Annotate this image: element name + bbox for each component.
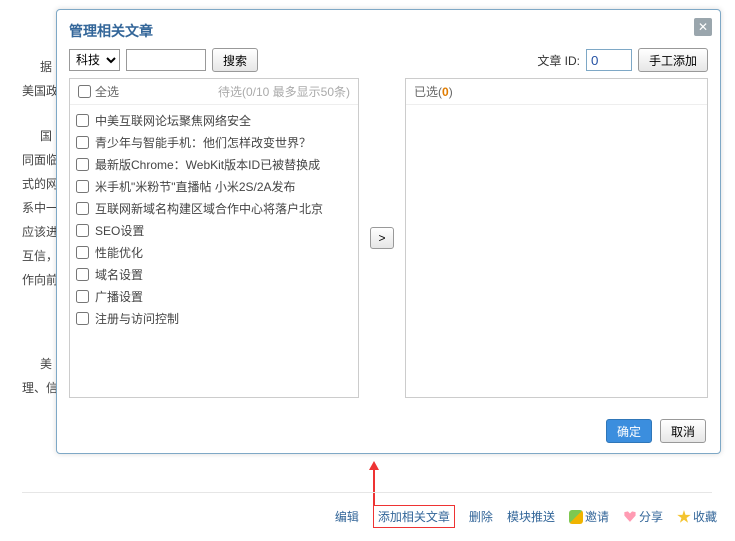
list-item[interactable]: 中美互联网论坛聚焦网络安全 <box>76 109 352 131</box>
favorite-link[interactable]: 收藏 <box>677 508 717 525</box>
item-label: SEO设置 <box>95 222 144 239</box>
list-item[interactable]: 域名设置 <box>76 263 352 285</box>
separator <box>22 492 712 493</box>
item-checkbox[interactable] <box>76 312 89 325</box>
item-label: 最新版Chrome：WebKit版本ID已被替换成 <box>95 156 320 173</box>
bg-text: 国 <box>40 124 52 148</box>
transfer-column: > <box>367 78 397 398</box>
item-label: 米手机"米粉节"直播帖 小米2S/2A发布 <box>95 178 296 195</box>
candidates-panel: 全选 待选(0/10 最多显示50条) 中美互联网论坛聚焦网络安全青少年与智能手… <box>69 78 359 398</box>
manual-add-button[interactable]: 手工添加 <box>638 48 708 72</box>
article-action-bar: 编辑 添加相关文章 删除 模块推送 邀请 分享 收藏 <box>0 505 735 528</box>
dialog-title: 管理相关文章 <box>69 23 153 39</box>
close-icon[interactable]: ✕ <box>694 18 712 36</box>
article-id-input[interactable] <box>586 49 632 71</box>
edit-link[interactable]: 编辑 <box>335 508 359 525</box>
list-item[interactable]: 广播设置 <box>76 285 352 307</box>
bg-text: 系中一 <box>22 196 58 220</box>
bg-text: 美 <box>40 352 52 376</box>
delete-link[interactable]: 删除 <box>469 508 493 525</box>
selected-header: 已选(0) <box>406 79 707 105</box>
item-label: 互联网新域名构建区域合作中心将落户北京 <box>95 200 323 217</box>
annotation-arrow-icon <box>373 463 375 505</box>
dialog-footer: 确定 取消 <box>606 419 706 443</box>
share-link[interactable]: 分享 <box>623 508 663 525</box>
add-related-link[interactable]: 添加相关文章 <box>373 505 455 528</box>
search-button[interactable]: 搜索 <box>212 48 258 72</box>
dialog-toolbar: 科技 搜索 文章 ID: 手工添加 <box>57 42 720 78</box>
candidates-list[interactable]: 中美互联网论坛聚焦网络安全青少年与智能手机：他们怎样改变世界？ 最新版Chrome… <box>70 105 358 397</box>
select-all-checkbox[interactable] <box>78 85 91 98</box>
item-label: 广播设置 <box>95 288 143 305</box>
item-checkbox[interactable] <box>76 224 89 237</box>
item-label: 注册与访问控制 <box>95 310 179 327</box>
list-item[interactable]: SEO设置 <box>76 219 352 241</box>
invite-link[interactable]: 邀请 <box>569 508 609 525</box>
selected-suffix: ) <box>449 79 453 105</box>
search-input[interactable] <box>126 49 206 71</box>
select-all-label: 全选 <box>95 79 119 105</box>
ok-button[interactable]: 确定 <box>606 419 652 443</box>
star-icon <box>677 510 691 524</box>
item-label: 性能优化 <box>95 244 143 261</box>
cancel-button[interactable]: 取消 <box>660 419 706 443</box>
bg-text: 作向前 <box>22 268 58 292</box>
list-item[interactable]: 注册与访问控制 <box>76 307 352 329</box>
bg-text: 式的网 <box>22 172 58 196</box>
item-label: 青少年与智能手机：他们怎样改变世界？ <box>95 134 311 151</box>
bg-text: 应该进 <box>22 220 58 244</box>
list-item[interactable]: 青少年与智能手机：他们怎样改变世界？ <box>76 131 352 153</box>
related-articles-dialog: 管理相关文章 ✕ 科技 搜索 文章 ID: 手工添加 全选 待选(0/10 最多… <box>56 9 721 454</box>
list-item[interactable]: 米手机"米粉节"直播帖 小米2S/2A发布 <box>76 175 352 197</box>
bg-text: 互信， <box>22 244 58 268</box>
item-checkbox[interactable] <box>76 136 89 149</box>
item-label: 域名设置 <box>95 266 143 283</box>
bg-text: 美国政 <box>22 79 58 103</box>
candidates-hint: 待选(0/10 最多显示50条) <box>119 79 350 105</box>
item-checkbox[interactable] <box>76 158 89 171</box>
bg-text: 同面临 <box>22 148 58 172</box>
item-checkbox[interactable] <box>76 290 89 303</box>
module-push-link[interactable]: 模块推送 <box>507 508 555 525</box>
article-id-label: 文章 ID: <box>537 52 580 69</box>
bg-text: 理、信 <box>22 376 58 400</box>
selected-count: 0 <box>442 79 449 105</box>
item-label: 中美互联网论坛聚焦网络安全 <box>95 112 251 129</box>
item-checkbox[interactable] <box>76 202 89 215</box>
list-item[interactable]: 最新版Chrome：WebKit版本ID已被替换成 <box>76 153 352 175</box>
item-checkbox[interactable] <box>76 246 89 259</box>
heart-icon <box>623 510 637 524</box>
list-item[interactable]: 互联网新域名构建区域合作中心将落户北京 <box>76 197 352 219</box>
item-checkbox[interactable] <box>76 268 89 281</box>
selected-panel: 已选(0) <box>405 78 708 398</box>
bg-text: 据 <box>40 55 52 79</box>
item-checkbox[interactable] <box>76 180 89 193</box>
candidates-header: 全选 待选(0/10 最多显示50条) <box>70 79 358 105</box>
move-right-button[interactable]: > <box>370 227 394 249</box>
category-select[interactable]: 科技 <box>69 49 120 71</box>
item-checkbox[interactable] <box>76 114 89 127</box>
dialog-body: 全选 待选(0/10 最多显示50条) 中美互联网论坛聚焦网络安全青少年与智能手… <box>57 78 720 398</box>
selected-list[interactable] <box>406 105 707 397</box>
invite-icon <box>569 510 583 524</box>
selected-label: 已选( <box>414 79 442 105</box>
list-item[interactable]: 性能优化 <box>76 241 352 263</box>
dialog-header: 管理相关文章 ✕ <box>57 10 720 42</box>
